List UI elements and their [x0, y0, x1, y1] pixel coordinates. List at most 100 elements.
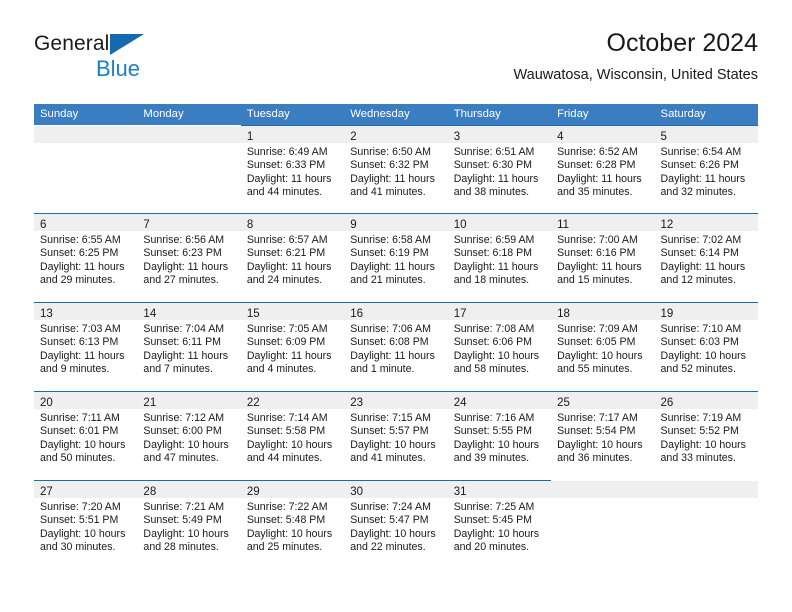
- day-details: Sunrise: 6:56 AM Sunset: 6:23 PM Daylight:…: [137, 231, 240, 287]
- calendar-day-cell[interactable]: 13 Sunrise: 7:03 AM Sunset: 6:13 PM Dayligh…: [34, 302, 138, 391]
- day-number-band: 15: [240, 303, 345, 320]
- day-details: Sunrise: 7:09 AM Sunset: 6:05 PM Daylight:…: [551, 320, 654, 376]
- day-number: 8: [246, 219, 254, 231]
- calendar-day-cell[interactable]: 6 Sunrise: 6:55 AM Sunset: 6:25 PM Daylight…: [34, 213, 138, 302]
- calendar-day-cell[interactable]: 1 Sunrise: 6:49 AM Sunset: 6:33 PM Daylight…: [240, 125, 345, 213]
- day-number: 3: [453, 131, 461, 143]
- calendar-day-cell[interactable]: 2 Sunrise: 6:50 AM Sunset: 6:32 PM Daylight…: [344, 125, 448, 213]
- sunset-text: Sunset: 6:06 PM: [453, 336, 533, 349]
- day-number-band: 20: [34, 392, 138, 409]
- calendar-day-cell[interactable]: 9 Sunrise: 6:58 AM Sunset: 6:19 PM Daylight…: [344, 213, 448, 302]
- calendar-day-cell[interactable]: 26 Sunrise: 7:19 AM Sunset: 5:52 PM Dayligh…: [654, 391, 758, 480]
- calendar-day-cell[interactable]: 10 Sunrise: 6:59 AM Sunset: 6:18 PM Dayligh…: [447, 213, 552, 302]
- sunrise-text: Sunrise: 7:10 AM: [660, 323, 742, 335]
- weekday-header-row: Sunday Monday Tuesday Wednesday Thursday Frid…: [34, 104, 758, 125]
- day-number: 27: [40, 486, 53, 498]
- sunrise-text: Sunrise: 7:12 AM: [143, 412, 225, 424]
- daylight-text: Daylight: 10 hours and 33 minutes.: [660, 438, 746, 464]
- day-number-band: 27: [34, 481, 138, 498]
- calendar-day-cell[interactable]: 19 Sunrise: 7:10 AM Sunset: 6:03 PM Dayligh…: [654, 302, 758, 391]
- day-number: 9: [350, 219, 357, 231]
- sunset-text: Sunset: 5:57 PM: [350, 425, 429, 438]
- day-number-band: 1: [240, 126, 345, 143]
- sunrise-text: Sunrise: 6:57 AM: [246, 234, 328, 246]
- day-number-band: 8: [240, 214, 345, 231]
- calendar-day-cell[interactable]: 28 Sunrise: 7:21 AM Sunset: 5:49 PM Dayligh…: [137, 480, 241, 569]
- calendar-day-cell[interactable]: 23 Sunrise: 7:15 AM Sunset: 5:57 PM Dayligh…: [344, 391, 448, 480]
- calendar-day-cell[interactable]: 22 Sunrise: 7:14 AM Sunset: 5:58 PM Dayligh…: [240, 391, 345, 480]
- calendar-day-cell-empty: [137, 125, 241, 213]
- sunset-text: Sunset: 6:09 PM: [246, 336, 326, 349]
- daylight-text: Daylight: 11 hours and 38 minutes.: [453, 172, 539, 198]
- day-number-band: 22: [240, 392, 345, 409]
- calendar-day-cell[interactable]: 20 Sunrise: 7:11 AM Sunset: 6:01 PM Dayligh…: [34, 391, 138, 480]
- day-number: 2: [350, 131, 357, 143]
- sunset-text: Sunset: 6:26 PM: [660, 159, 739, 172]
- sunset-text: Sunset: 5:45 PM: [453, 514, 533, 527]
- calendar-day-cell[interactable]: 15 Sunrise: 7:05 AM Sunset: 6:09 PM Dayligh…: [240, 302, 345, 391]
- day-number: 13: [40, 308, 53, 320]
- logo-text-blue: Blue: [96, 56, 141, 81]
- calendar-day-cell[interactable]: 31 Sunrise: 7:25 AM Sunset: 5:45 PM Dayligh…: [447, 480, 552, 569]
- weekday-header-sunday: Sunday: [40, 108, 79, 120]
- sunrise-text: Sunrise: 6:52 AM: [557, 146, 638, 158]
- daylight-text: Daylight: 11 hours and 24 minutes.: [246, 260, 332, 286]
- daylight-text: Daylight: 11 hours and 44 minutes.: [246, 172, 332, 198]
- calendar-weeks: 1 Sunrise: 6:49 AM Sunset: 6:33 PM Daylight…: [34, 125, 758, 569]
- calendar-day-cell[interactable]: 14 Sunrise: 7:04 AM Sunset: 6:11 PM Dayligh…: [137, 302, 241, 391]
- day-number: 19: [660, 308, 674, 320]
- day-details: Sunrise: 6:57 AM Sunset: 6:21 PM Daylight:…: [241, 231, 344, 287]
- logo-text-general: General: [34, 32, 110, 55]
- day-details: Sunrise: 7:25 AM Sunset: 5:45 PM Daylight:…: [448, 498, 551, 554]
- calendar-day-cell[interactable]: 7 Sunrise: 6:56 AM Sunset: 6:23 PM Daylight…: [137, 213, 241, 302]
- sunset-text: Sunset: 6:00 PM: [143, 425, 222, 438]
- calendar-day-cell[interactable]: 27 Sunrise: 7:20 AM Sunset: 5:51 PM Dayligh…: [34, 480, 138, 569]
- weekday-header-monday: Monday: [143, 108, 184, 120]
- calendar-day-cell[interactable]: 25 Sunrise: 7:17 AM Sunset: 5:54 PM Dayligh…: [551, 391, 655, 480]
- day-number-band: 9: [344, 214, 448, 231]
- calendar-day-cell-empty: [34, 125, 138, 213]
- day-number: 17: [453, 308, 467, 320]
- daylight-text: Daylight: 10 hours and 25 minutes.: [246, 527, 333, 553]
- calendar-day-cell[interactable]: 17 Sunrise: 7:08 AM Sunset: 6:06 PM Dayligh…: [447, 302, 552, 391]
- day-number-band: 12: [654, 214, 758, 231]
- day-details: Sunrise: 7:04 AM Sunset: 6:11 PM Daylight:…: [137, 320, 240, 376]
- calendar-day-cell[interactable]: 16 Sunrise: 7:06 AM Sunset: 6:08 PM Dayligh…: [344, 302, 448, 391]
- calendar-day-cell[interactable]: 21 Sunrise: 7:12 AM Sunset: 6:00 PM Dayligh…: [137, 391, 241, 480]
- calendar-week-row: 1 Sunrise: 6:49 AM Sunset: 6:33 PM Daylight…: [34, 125, 758, 213]
- day-details: Sunrise: 7:16 AM Sunset: 5:55 PM Daylight:…: [448, 409, 551, 465]
- day-number-band: 30: [344, 481, 448, 498]
- calendar-day-cell[interactable]: 5 Sunrise: 6:54 AM Sunset: 6:26 PM Daylight…: [654, 125, 758, 213]
- calendar-day-cell[interactable]: 12 Sunrise: 7:02 AM Sunset: 6:14 PM Dayligh…: [654, 213, 758, 302]
- day-details: Sunrise: 7:05 AM Sunset: 6:09 PM Daylight:…: [241, 320, 344, 376]
- day-details: Sunrise: 7:00 AM Sunset: 6:16 PM Daylight:…: [551, 231, 654, 287]
- daylight-text: Daylight: 11 hours and 7 minutes.: [143, 349, 229, 375]
- daylight-text: Daylight: 10 hours and 58 minutes.: [453, 349, 540, 375]
- day-number-band: 14: [137, 303, 241, 320]
- sunrise-text: Sunrise: 7:05 AM: [246, 323, 328, 335]
- sunrise-text: Sunrise: 7:24 AM: [350, 501, 431, 513]
- sunset-text: Sunset: 6:14 PM: [660, 247, 739, 260]
- calendar-day-cell[interactable]: 30 Sunrise: 7:24 AM Sunset: 5:47 PM Dayligh…: [344, 480, 448, 569]
- sunset-text: Sunset: 6:28 PM: [557, 159, 636, 172]
- day-number-band: [34, 126, 138, 143]
- daylight-text: Daylight: 11 hours and 4 minutes.: [246, 349, 332, 375]
- sunrise-text: Sunrise: 7:16 AM: [453, 412, 535, 424]
- day-number-band: 4: [551, 126, 655, 143]
- calendar-day-cell[interactable]: 11 Sunrise: 7:00 AM Sunset: 6:16 PM Dayligh…: [551, 213, 655, 302]
- calendar-day-cell[interactable]: 8 Sunrise: 6:57 AM Sunset: 6:21 PM Daylight…: [240, 213, 345, 302]
- sunset-text: Sunset: 6:30 PM: [453, 159, 533, 172]
- sunset-text: Sunset: 6:18 PM: [453, 247, 533, 260]
- sunrise-text: Sunrise: 6:49 AM: [246, 146, 328, 158]
- day-number-band: 28: [137, 481, 241, 498]
- calendar-day-cell[interactable]: 4 Sunrise: 6:52 AM Sunset: 6:28 PM Daylight…: [551, 125, 655, 213]
- day-number-band: 7: [137, 214, 241, 231]
- day-details: Sunrise: 7:08 AM Sunset: 6:06 PM Daylight:…: [448, 320, 551, 376]
- calendar-day-cell[interactable]: 24 Sunrise: 7:16 AM Sunset: 5:55 PM Dayligh…: [447, 391, 552, 480]
- calendar-day-cell[interactable]: 18 Sunrise: 7:09 AM Sunset: 6:05 PM Dayligh…: [551, 302, 655, 391]
- calendar-day-cell[interactable]: 29 Sunrise: 7:22 AM Sunset: 5:48 PM Dayligh…: [240, 480, 345, 569]
- day-number: 7: [143, 219, 150, 231]
- calendar-day-cell[interactable]: 3 Sunrise: 6:51 AM Sunset: 6:30 PM Daylight…: [447, 125, 552, 213]
- sunset-text: Sunset: 6:16 PM: [557, 247, 636, 260]
- weekday-header-saturday: Saturday: [660, 108, 706, 120]
